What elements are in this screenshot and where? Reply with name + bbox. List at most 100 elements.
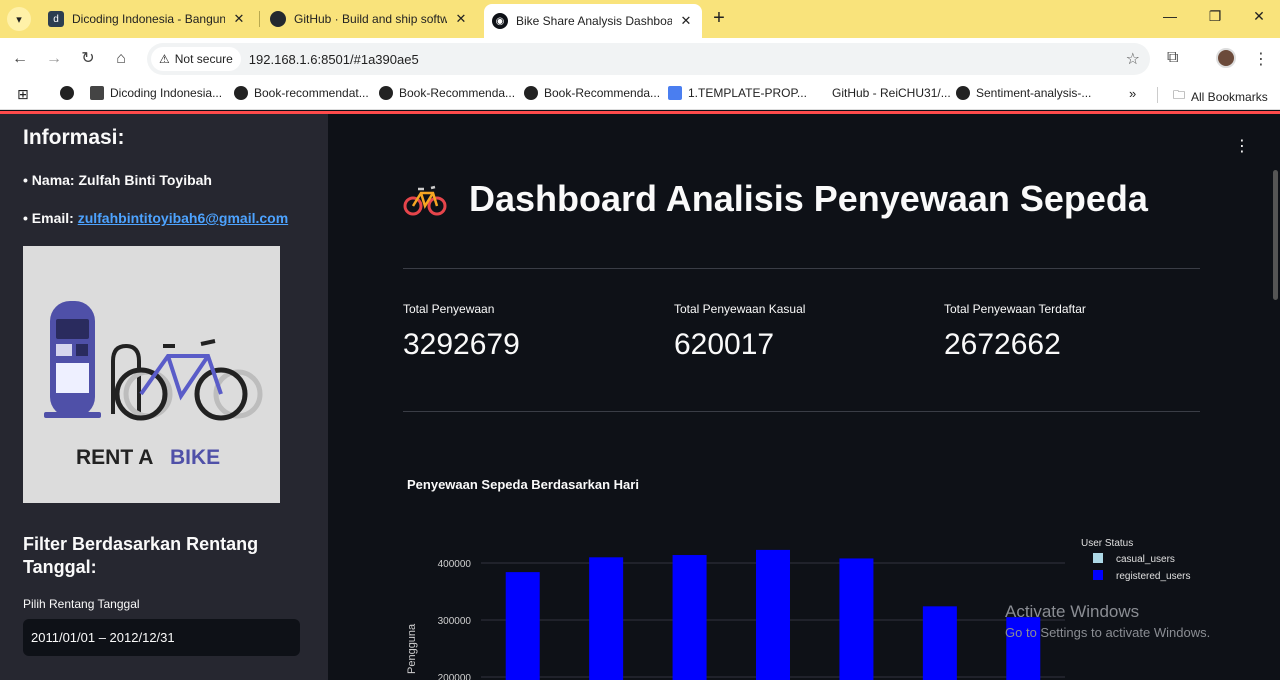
legend-swatch — [1093, 553, 1103, 563]
tab-search-icon[interactable]: ▾ — [7, 7, 31, 31]
bar-registered — [589, 557, 624, 680]
divider — [403, 268, 1200, 269]
chrome-menu-icon[interactable]: ⋮ — [1253, 49, 1269, 69]
email-link[interactable]: zulfahbintitoyibah6@gmail.com — [78, 210, 288, 226]
bookmark-star-icon[interactable]: ☆ — [1126, 49, 1140, 69]
bar-registered — [505, 572, 540, 680]
y-tick-label: 200000 — [438, 673, 472, 680]
bookmark-label: Book-Recommenda... — [399, 86, 516, 100]
metric-casual: Total Penyewaan Kasual 620017 — [674, 302, 805, 362]
bar-registered — [672, 555, 707, 680]
legend-label: casual_users — [1116, 554, 1175, 565]
browser-tab-bar: ▾ d Dicoding Indonesia - Bangun K ✕ GitH… — [0, 0, 1280, 38]
reload-icon[interactable]: ↻ — [78, 49, 98, 69]
bookmark-label: Dicoding Indonesia... — [110, 86, 223, 100]
tab-divider — [259, 11, 260, 27]
close-window-icon[interactable]: ✕ — [1249, 8, 1269, 25]
y-tick-label: 300000 — [438, 616, 472, 627]
bookmark-item[interactable]: Book-Recommenda... — [379, 86, 515, 100]
page-title: Dashboard Analisis Penyewaan Sepeda — [403, 178, 1148, 220]
bookmark-item[interactable]: Book-recommendat... — [234, 86, 369, 100]
metric-registered: Total Penyewaan Terdaftar 2672662 — [944, 302, 1086, 362]
bookmark-globe[interactable] — [60, 86, 80, 100]
divider — [403, 411, 1200, 412]
image-caption-bike: BIKE — [170, 446, 220, 469]
date-range-label: Pilih Rentang Tanggal — [23, 597, 140, 611]
metric-value: 3292679 — [403, 328, 520, 361]
home-icon[interactable]: ⌂ — [111, 49, 131, 69]
metric-label: Total Penyewaan Kasual — [674, 302, 806, 316]
bookmark-item[interactable]: Sentiment-analysis-... — [956, 86, 1091, 100]
legend-swatch — [1093, 570, 1103, 580]
security-chip[interactable]: ⚠ Not secure — [151, 47, 241, 71]
bookmark-label: 1.TEMPLATE-PROP... — [688, 86, 807, 100]
docs-icon — [668, 86, 682, 100]
all-bookmarks[interactable]: 🗀 All Bookmarks — [1173, 86, 1268, 107]
chart-title: Penyewaan Sepeda Berdasarkan Hari — [407, 477, 639, 492]
bookmark-item[interactable]: Dicoding Indonesia... — [90, 86, 222, 100]
more-bookmarks-icon[interactable]: » — [1129, 86, 1136, 101]
folder-icon: 🗀 — [1173, 88, 1186, 102]
bookmark-item[interactable]: Book-Recommenda... — [524, 86, 660, 100]
y-tick-label: 400000 — [438, 559, 472, 570]
apps-grid-icon[interactable]: ⊞ — [17, 86, 29, 103]
app-menu-icon[interactable]: ⋮ — [1234, 136, 1250, 156]
tab-close-icon[interactable]: ✕ — [231, 11, 247, 27]
github-icon — [379, 86, 393, 100]
main-content: ⋮ Dashboard Analisis Penyewaan Sepeda To… — [328, 114, 1280, 680]
restore-icon[interactable]: ❐ — [1205, 8, 1225, 25]
tab-github[interactable]: GitHub · Build and ship softwar ✕ — [262, 4, 477, 34]
bookmark-label: Sentiment-analysis-... — [976, 86, 1092, 100]
rent-a-bike-image: RENT A BIKE — [23, 246, 280, 503]
github-icon — [956, 86, 970, 100]
email-prefix: • Email: — [23, 210, 78, 226]
github-favicon-icon — [270, 11, 286, 27]
profile-avatar[interactable] — [1216, 48, 1236, 68]
y-axis-label: Pengguna — [406, 623, 418, 674]
tab-close-icon[interactable]: ✕ — [453, 11, 469, 27]
forward-icon[interactable]: → — [44, 49, 64, 69]
bookmark-label: Book-Recommenda... — [544, 86, 661, 100]
streamlit-favicon-icon: ◉ — [492, 13, 508, 29]
tab-title: Bike Share Analysis Dashboard — [516, 14, 672, 28]
tab-title: GitHub · Build and ship softwar — [294, 12, 447, 26]
page-title-text: Dashboard Analisis Penyewaan Sepeda — [469, 178, 1148, 219]
legend-title: User Status — [1081, 538, 1133, 549]
scrollbar[interactable] — [1273, 170, 1278, 300]
back-icon[interactable]: ← — [10, 49, 30, 69]
image-caption-rent: RENT A — [76, 446, 153, 469]
dicoding-icon — [90, 86, 104, 100]
url-text[interactable]: 192.168.1.6:8501/#1a390ae5 — [249, 52, 419, 67]
extensions-icon[interactable]: ⧉ — [1167, 49, 1178, 67]
sidebar-heading: Informasi: — [23, 126, 125, 149]
tab-bike-dashboard[interactable]: ◉ Bike Share Analysis Dashboard ✕ — [484, 4, 702, 38]
metric-value: 2672662 — [944, 328, 1061, 361]
bar-registered — [839, 558, 874, 680]
sidebar: Informasi: • Nama: Zulfah Binti Toyibah … — [0, 114, 328, 680]
windows-activation-title: Activate Windows — [1005, 602, 1140, 621]
globe-icon — [60, 86, 74, 100]
tab-close-icon[interactable]: ✕ — [678, 13, 694, 29]
all-bookmarks-label: All Bookmarks — [1191, 89, 1268, 104]
bar-registered — [756, 549, 790, 680]
omnibox[interactable]: ⚠ Not secure 192.168.1.6:8501/#1a390ae5 … — [147, 43, 1150, 75]
tab-dicoding[interactable]: d Dicoding Indonesia - Bangun K ✕ — [40, 4, 255, 34]
tab-title: Dicoding Indonesia - Bangun K — [72, 12, 225, 26]
metric-value: 620017 — [674, 328, 775, 361]
bookmark-label: GitHub - ReiCHU31/... — [832, 86, 951, 100]
github-icon — [524, 86, 538, 100]
bookmark-item[interactable]: GitHub - ReiCHU31/... — [832, 86, 951, 100]
filter-heading: Filter Berdasarkan Rentang Tanggal: — [23, 534, 259, 577]
new-tab-icon[interactable]: + — [708, 8, 730, 30]
rent-a-bike-illustration: RENT A BIKE — [44, 301, 263, 469]
minimize-icon[interactable]: — — [1160, 8, 1180, 24]
security-label: Not secure — [174, 52, 233, 66]
date-range-input[interactable]: 2011/01/01 – 2012/12/31 — [23, 619, 300, 656]
dicoding-favicon-icon: d — [48, 11, 64, 27]
bookmark-item[interactable]: 1.TEMPLATE-PROP... — [668, 86, 807, 100]
email-line: • Email: zulfahbintitoyibah6@gmail.com — [23, 210, 288, 226]
bookmark-label: Book-recommendat... — [254, 86, 369, 100]
metric-label: Total Penyewaan — [403, 302, 495, 316]
github-icon — [234, 86, 248, 100]
metric-total: Total Penyewaan 3292679 — [403, 302, 520, 362]
